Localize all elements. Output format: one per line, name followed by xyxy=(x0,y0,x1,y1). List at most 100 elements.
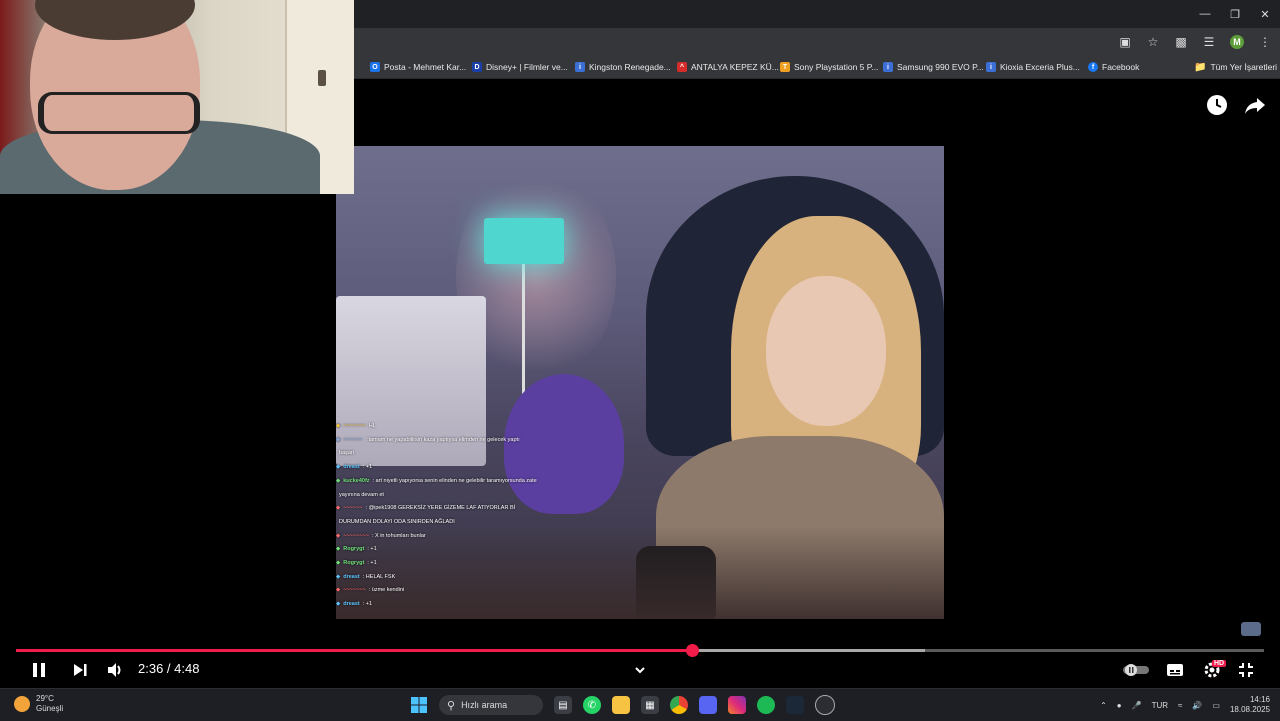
all-bookmarks-button[interactable]: 📁 Tüm Yer İşaretleri xyxy=(1194,60,1277,74)
chat-message: ◆ ~~~~~~~~: X in tohumları bunlar xyxy=(336,530,636,544)
speaker-icon[interactable]: 🔊 xyxy=(1192,701,1202,710)
chat-message: ◆ kucke40fz: art niyetli yapıyorsa senin … xyxy=(336,475,636,489)
whatsapp-icon[interactable]: ✆ xyxy=(583,696,601,714)
channel-watermark[interactable] xyxy=(1241,622,1261,636)
store-icon[interactable]: ▦ xyxy=(641,696,659,714)
next-button[interactable] xyxy=(69,659,91,681)
system-tray: ⌃ ● 🎤 TUR ≈ 🔊 ▭ 14:16 18.08.2025 xyxy=(1100,689,1270,721)
chat-badge-icon: ◆ xyxy=(336,587,341,594)
chat-badge-icon: ◆ xyxy=(336,546,341,553)
chat-text: HL xyxy=(368,423,376,429)
settings-button[interactable]: HD xyxy=(1200,659,1227,681)
pause-button[interactable] xyxy=(28,659,50,681)
wifi-icon[interactable]: ≈ xyxy=(1178,701,1182,710)
search-icon: ⚲ xyxy=(447,699,456,712)
chat-text: : HELAL FSK xyxy=(362,573,396,580)
autoplay-icon xyxy=(1123,664,1149,676)
share-icon[interactable] xyxy=(1244,94,1266,116)
autoplay-toggle[interactable] xyxy=(1122,659,1150,681)
chat-username: ~~~~~~~ xyxy=(343,587,366,594)
bookmark-item[interactable]: i Samsung 990 EVO P... xyxy=(883,60,984,74)
instagram-icon[interactable] xyxy=(728,696,746,714)
bookmark-label: Kioxia Exceria Plus... xyxy=(1000,62,1080,72)
chat-message: ◆ Rogrygt: +1 xyxy=(336,557,636,571)
chat-badge-icon: ◆ xyxy=(336,601,341,608)
chat-username: dreast xyxy=(343,464,360,471)
subtitles-button[interactable] xyxy=(1164,659,1186,681)
bookmark-item[interactable]: i Kioxia Exceria Plus... xyxy=(986,60,1080,74)
chat-username: dreast xyxy=(343,573,360,580)
weather-widget[interactable]: 29°C Güneşli xyxy=(14,694,63,714)
chat-badge-icon: ◆ xyxy=(336,436,341,443)
chat-text: : üzme kendini xyxy=(368,587,405,594)
bookmark-item[interactable]: T Sony Playstation 5 P... xyxy=(780,60,878,74)
chat-text: DURUMDAN DOLAYI ODA SINIRDEN AĞLADI xyxy=(339,518,455,525)
bookmark-item[interactable]: O Posta - Mehmet Kar... xyxy=(370,60,466,74)
chat-text: : art niyetli yapıyorsa senin elinden ne… xyxy=(372,477,537,484)
facebook-icon: f xyxy=(1088,62,1098,72)
subtitles-icon xyxy=(1167,664,1183,676)
bookmark-item[interactable]: D Disney+ | Filmler ve... xyxy=(472,60,568,74)
media-control-icon[interactable]: ☰ xyxy=(1202,35,1216,49)
chat-message: yayınına devam et xyxy=(336,489,636,503)
chat-message: ◆ dreast: HELAL FSK xyxy=(336,571,636,585)
chat-badge-icon: ◆ xyxy=(336,423,341,429)
taskbar-search[interactable]: ⚲ Hızlı arama xyxy=(439,695,543,715)
spotify-icon[interactable] xyxy=(757,696,775,714)
watch-later-icon[interactable] xyxy=(1206,94,1228,116)
discord-icon[interactable] xyxy=(699,696,717,714)
player-top-actions xyxy=(1206,94,1266,116)
chatgpt-icon[interactable] xyxy=(815,695,835,715)
window-controls: — ❐ ✕ xyxy=(1190,0,1280,28)
chat-message: ◆ ~~~~~~~ HL xyxy=(336,420,636,434)
volume-button[interactable] xyxy=(104,659,126,681)
extensions-icon[interactable]: ▩ xyxy=(1174,35,1188,49)
language-indicator[interactable]: TUR xyxy=(1152,701,1168,710)
weather-text: 29°C Güneşli xyxy=(36,694,63,714)
chat-badge-icon: ◆ xyxy=(336,573,341,580)
file-explorer-icon[interactable] xyxy=(612,696,630,714)
temperature: 29°C xyxy=(36,694,54,703)
bookmark-item[interactable]: i Kingston Renegade... xyxy=(575,60,671,74)
chat-text: : X in tohumları bunlar xyxy=(371,532,426,539)
bookmark-label: Disney+ | Filmler ve... xyxy=(486,62,568,72)
chat-username: Rogrygt xyxy=(343,560,365,567)
chevron-down-icon xyxy=(635,667,645,674)
scrubber-handle[interactable] xyxy=(686,644,700,657)
bookmark-item[interactable]: f Facebook xyxy=(1088,60,1139,74)
microphone-icon[interactable]: 🎤 xyxy=(1132,701,1142,710)
exit-fullscreen-button[interactable] xyxy=(1236,659,1256,681)
expand-chevron-button[interactable] xyxy=(632,659,648,681)
weather-condition: Güneşli xyxy=(36,704,64,713)
steam-icon[interactable] xyxy=(786,696,804,714)
restore-button[interactable]: ❐ xyxy=(1220,0,1250,28)
chat-username: kucke40fz xyxy=(343,477,370,484)
minimize-button[interactable]: — xyxy=(1190,0,1220,28)
bookmark-label: ANTALYA KEPEZ KÜ... xyxy=(691,62,779,72)
close-button[interactable]: ✕ xyxy=(1250,0,1280,28)
disney-icon: D xyxy=(472,62,482,72)
chrome-icon[interactable] xyxy=(670,696,688,714)
chat-message: ◆ ~~~~~~: tamam ne yapabilirsin kaza yapt… xyxy=(336,434,636,448)
lamp-shade xyxy=(484,218,564,264)
menu-icon[interactable]: ⋮ xyxy=(1258,35,1272,49)
tray-app-icon[interactable]: ● xyxy=(1117,701,1122,710)
task-view-icon[interactable]: ▤ xyxy=(554,696,572,714)
chat-message: ◆ ~~~~~~: @ipek1908 GEREKSİZ YERE GİZEME … xyxy=(336,502,636,516)
battery-icon[interactable]: ▭ xyxy=(1212,701,1220,710)
profile-avatar[interactable]: M xyxy=(1230,35,1244,49)
clock[interactable]: 14:16 18.08.2025 xyxy=(1230,695,1270,715)
chat-username: ~~~~~~~ xyxy=(343,423,366,429)
progress-bar[interactable] xyxy=(16,644,1264,657)
bookmark-star-icon[interactable]: ☆ xyxy=(1146,35,1160,49)
bookmark-item[interactable]: ^ ANTALYA KEPEZ KÜ... xyxy=(677,60,779,74)
next-icon xyxy=(74,664,87,676)
windows-icon xyxy=(411,697,427,713)
chat-message: ◆ Rogrygt: +1 xyxy=(336,543,636,557)
start-button[interactable] xyxy=(410,696,428,714)
chat-text: : @ipek1908 GEREKSİZ YERE GİZEME LAF ATI… xyxy=(365,505,516,512)
chevron-up-icon[interactable]: ⌃ xyxy=(1100,701,1107,710)
install-app-icon[interactable]: ▣ xyxy=(1118,35,1132,49)
chat-username: ~~~~~~ xyxy=(343,436,363,443)
search-placeholder: Hızlı arama xyxy=(461,700,508,710)
